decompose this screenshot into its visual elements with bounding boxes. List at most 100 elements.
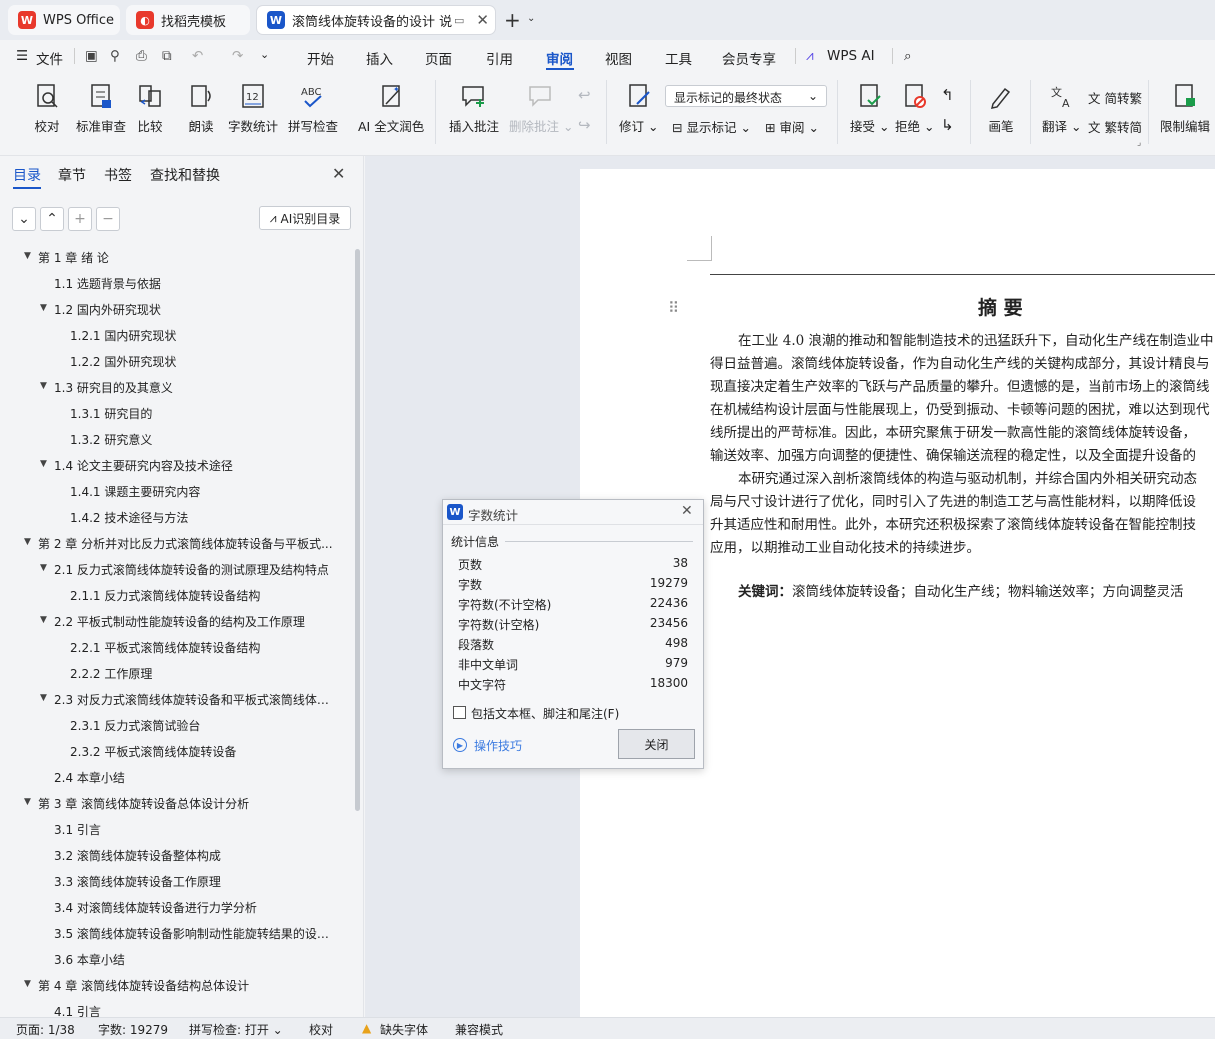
- save-icon[interactable]: ▣: [85, 48, 98, 64]
- translate-button[interactable]: 文A 翻译 ⌄: [1042, 82, 1081, 135]
- pen-button[interactable]: 画笔: [987, 82, 1015, 135]
- standard-review-button[interactable]: 标准审查: [76, 82, 126, 135]
- compare-button[interactable]: 比较: [136, 82, 164, 135]
- redo-icon[interactable]: ↷: [232, 48, 243, 64]
- toc-item[interactable]: 2.3.1 反力式滚筒试验台: [0, 715, 352, 737]
- missing-font-indicator[interactable]: 缺失字体: [380, 1021, 428, 1038]
- collapse-up-button[interactable]: ⌃: [40, 207, 64, 231]
- expand-arrow-icon[interactable]: ▼: [40, 563, 47, 573]
- toc-item[interactable]: 1.3.1 研究目的: [0, 403, 352, 425]
- menu-insert[interactable]: 插入: [366, 48, 393, 68]
- search-icon[interactable]: ⌕: [904, 48, 912, 64]
- markup-mode-select[interactable]: 显示标记的最终状态 ⌄: [665, 85, 827, 107]
- close-icon[interactable]: ✕: [476, 11, 489, 29]
- review-pane-button[interactable]: ⊞ 审阅 ⌄: [765, 117, 819, 136]
- toc-item[interactable]: 2.3.2 平板式滚筒线体旋转设备: [0, 741, 352, 763]
- toc-item[interactable]: ▼ 2.2 平板式制动性能旋转设备的结构及工作原理: [0, 611, 352, 633]
- toc-item[interactable]: ▼ 1.3 研究目的及其意义: [0, 377, 352, 399]
- new-tab-icon[interactable]: +: [504, 8, 521, 32]
- expand-arrow-icon[interactable]: ▼: [40, 303, 47, 313]
- expand-arrow-icon[interactable]: ▼: [40, 693, 47, 703]
- dialog-launcher-icon[interactable]: ⌟: [1137, 138, 1141, 148]
- spell-check-button[interactable]: ABC 拼写检查: [288, 82, 338, 135]
- menu-member[interactable]: 会员专享: [722, 48, 776, 68]
- tab-find-replace[interactable]: 查找和替换: [150, 165, 220, 185]
- print-preview-icon[interactable]: ⧉: [162, 48, 172, 64]
- expand-arrow-icon[interactable]: ▼: [24, 537, 31, 547]
- undo-icon[interactable]: ↶: [192, 48, 203, 64]
- tab-active-document[interactable]: W 滚筒线体旋转设备的设计 说明 ▭ ✕: [256, 5, 496, 35]
- drag-handle-icon[interactable]: ⠿: [668, 299, 679, 317]
- chevron-down-icon[interactable]: ⌄: [260, 48, 269, 61]
- tab-wps-office[interactable]: W WPS Office: [8, 5, 120, 35]
- show-markup-button[interactable]: ⊟ 显示标记 ⌄: [672, 117, 751, 136]
- collapse-down-button[interactable]: ⌄: [12, 207, 36, 231]
- ai-toc-button[interactable]: ⩘ AI识别目录: [259, 206, 351, 230]
- toc-item[interactable]: ▼ 1.2 国内外研究现状: [0, 299, 352, 321]
- toc-item[interactable]: ▼ 第 4 章 滚筒线体旋转设备结构总体设计: [0, 975, 352, 997]
- proofread-indicator[interactable]: 校对: [309, 1021, 333, 1038]
- scrollbar[interactable]: [355, 249, 360, 811]
- toc-item[interactable]: 3.6 本章小结: [0, 949, 352, 971]
- toc-item[interactable]: 3.3 滚筒线体旋转设备工作原理: [0, 871, 352, 893]
- menu-icon[interactable]: ☰: [16, 48, 28, 64]
- proofread-button[interactable]: 校对: [33, 82, 61, 135]
- toc-item[interactable]: 3.5 滚筒线体旋转设备影响制动性能旋转结果的设计 ...: [0, 923, 352, 945]
- toc-item[interactable]: 2.2.2 工作原理: [0, 663, 352, 685]
- toc-item[interactable]: 1.4.1 课题主要研究内容: [0, 481, 352, 503]
- toc-item[interactable]: ▼ 1.4 论文主要研究内容及技术途径: [0, 455, 352, 477]
- accept-button[interactable]: 接受 ⌄: [850, 82, 889, 135]
- menu-tools[interactable]: 工具: [665, 48, 692, 68]
- expand-arrow-icon[interactable]: ▼: [40, 381, 47, 391]
- toc-item[interactable]: 1.2.2 国外研究现状: [0, 351, 352, 373]
- toc-item[interactable]: 1.2.1 国内研究现状: [0, 325, 352, 347]
- delete-comment-button[interactable]: 删除批注 ⌄: [509, 82, 573, 135]
- spell-check-indicator[interactable]: 拼写检查: 打开 ⌄: [189, 1021, 283, 1038]
- toc-item[interactable]: 4.1 引言: [0, 1001, 352, 1017]
- close-icon[interactable]: ✕: [681, 503, 693, 519]
- add-heading-button[interactable]: +: [68, 207, 92, 231]
- menu-view[interactable]: 视图: [605, 48, 632, 68]
- expand-arrow-icon[interactable]: ▼: [24, 797, 31, 807]
- close-button[interactable]: 关闭: [618, 729, 695, 759]
- insert-comment-button[interactable]: 插入批注: [449, 82, 499, 135]
- trad-to-simp-button[interactable]: ⽂ 繁转简: [1088, 117, 1142, 136]
- toc-item[interactable]: 2.4 本章小结: [0, 767, 352, 789]
- toc-item[interactable]: 1.1 选题背景与依据: [0, 273, 352, 295]
- restrict-edit-button[interactable]: 限制编辑: [1160, 82, 1210, 135]
- read-aloud-button[interactable]: 朗读: [187, 82, 215, 135]
- next-comment-icon[interactable]: ↪: [578, 116, 591, 134]
- reject-button[interactable]: 拒绝 ⌄: [895, 82, 934, 135]
- menu-home[interactable]: 开始: [307, 48, 334, 68]
- revise-button[interactable]: 修订 ⌄: [619, 82, 658, 135]
- expand-arrow-icon[interactable]: ▼: [24, 979, 31, 989]
- toc-item[interactable]: ▼ 2.1 反力式滚筒线体旋转设备的测试原理及结构特点: [0, 559, 352, 581]
- menu-review[interactable]: 审阅: [546, 48, 573, 68]
- tab-docer[interactable]: ◐ 找稻壳模板: [126, 5, 250, 35]
- toc-item[interactable]: ▼ 第 3 章 滚筒线体旋转设备总体设计分析: [0, 793, 352, 815]
- toc-item[interactable]: ▼ 第 1 章 绪 论: [0, 247, 352, 269]
- menu-wps-ai[interactable]: WPS AI: [827, 48, 875, 64]
- expand-arrow-icon[interactable]: ▼: [24, 251, 31, 261]
- close-panel-icon[interactable]: ✕: [332, 164, 345, 183]
- toc-item[interactable]: 2.2.1 平板式滚筒线体旋转设备结构: [0, 637, 352, 659]
- tab-chapters[interactable]: 章节: [58, 165, 86, 185]
- toc-item[interactable]: 3.1 引言: [0, 819, 352, 841]
- expand-arrow-icon[interactable]: ▼: [40, 615, 47, 625]
- toc-item[interactable]: ▼ 2.3 对反力式滚筒线体旋转设备和平板式滚筒线体旋...: [0, 689, 352, 711]
- menu-file[interactable]: 文件: [36, 48, 63, 68]
- page-indicator[interactable]: 页面: 1/38: [16, 1021, 75, 1038]
- prev-change-icon[interactable]: ↰: [941, 86, 954, 104]
- include-textbox-checkbox[interactable]: [453, 706, 466, 719]
- toc-item[interactable]: 2.1.1 反力式滚筒线体旋转设备结构: [0, 585, 352, 607]
- tab-toc[interactable]: 目录: [13, 165, 41, 185]
- toc-item[interactable]: 3.4 对滚筒线体旋转设备进行力学分析: [0, 897, 352, 919]
- toc-item[interactable]: 3.2 滚筒线体旋转设备整体构成: [0, 845, 352, 867]
- toc-item[interactable]: 1.4.2 技术途径与方法: [0, 507, 352, 529]
- next-change-icon[interactable]: ↳: [941, 116, 954, 134]
- toc-item[interactable]: ▼ 第 2 章 分析并对比反力式滚筒线体旋转设备与平板式...: [0, 533, 352, 555]
- prev-comment-icon[interactable]: ↩: [578, 86, 591, 104]
- print-icon[interactable]: ⎙: [136, 48, 147, 64]
- toc-item[interactable]: 1.3.2 研究意义: [0, 429, 352, 451]
- word-count-button[interactable]: 12 字数统计: [228, 82, 278, 135]
